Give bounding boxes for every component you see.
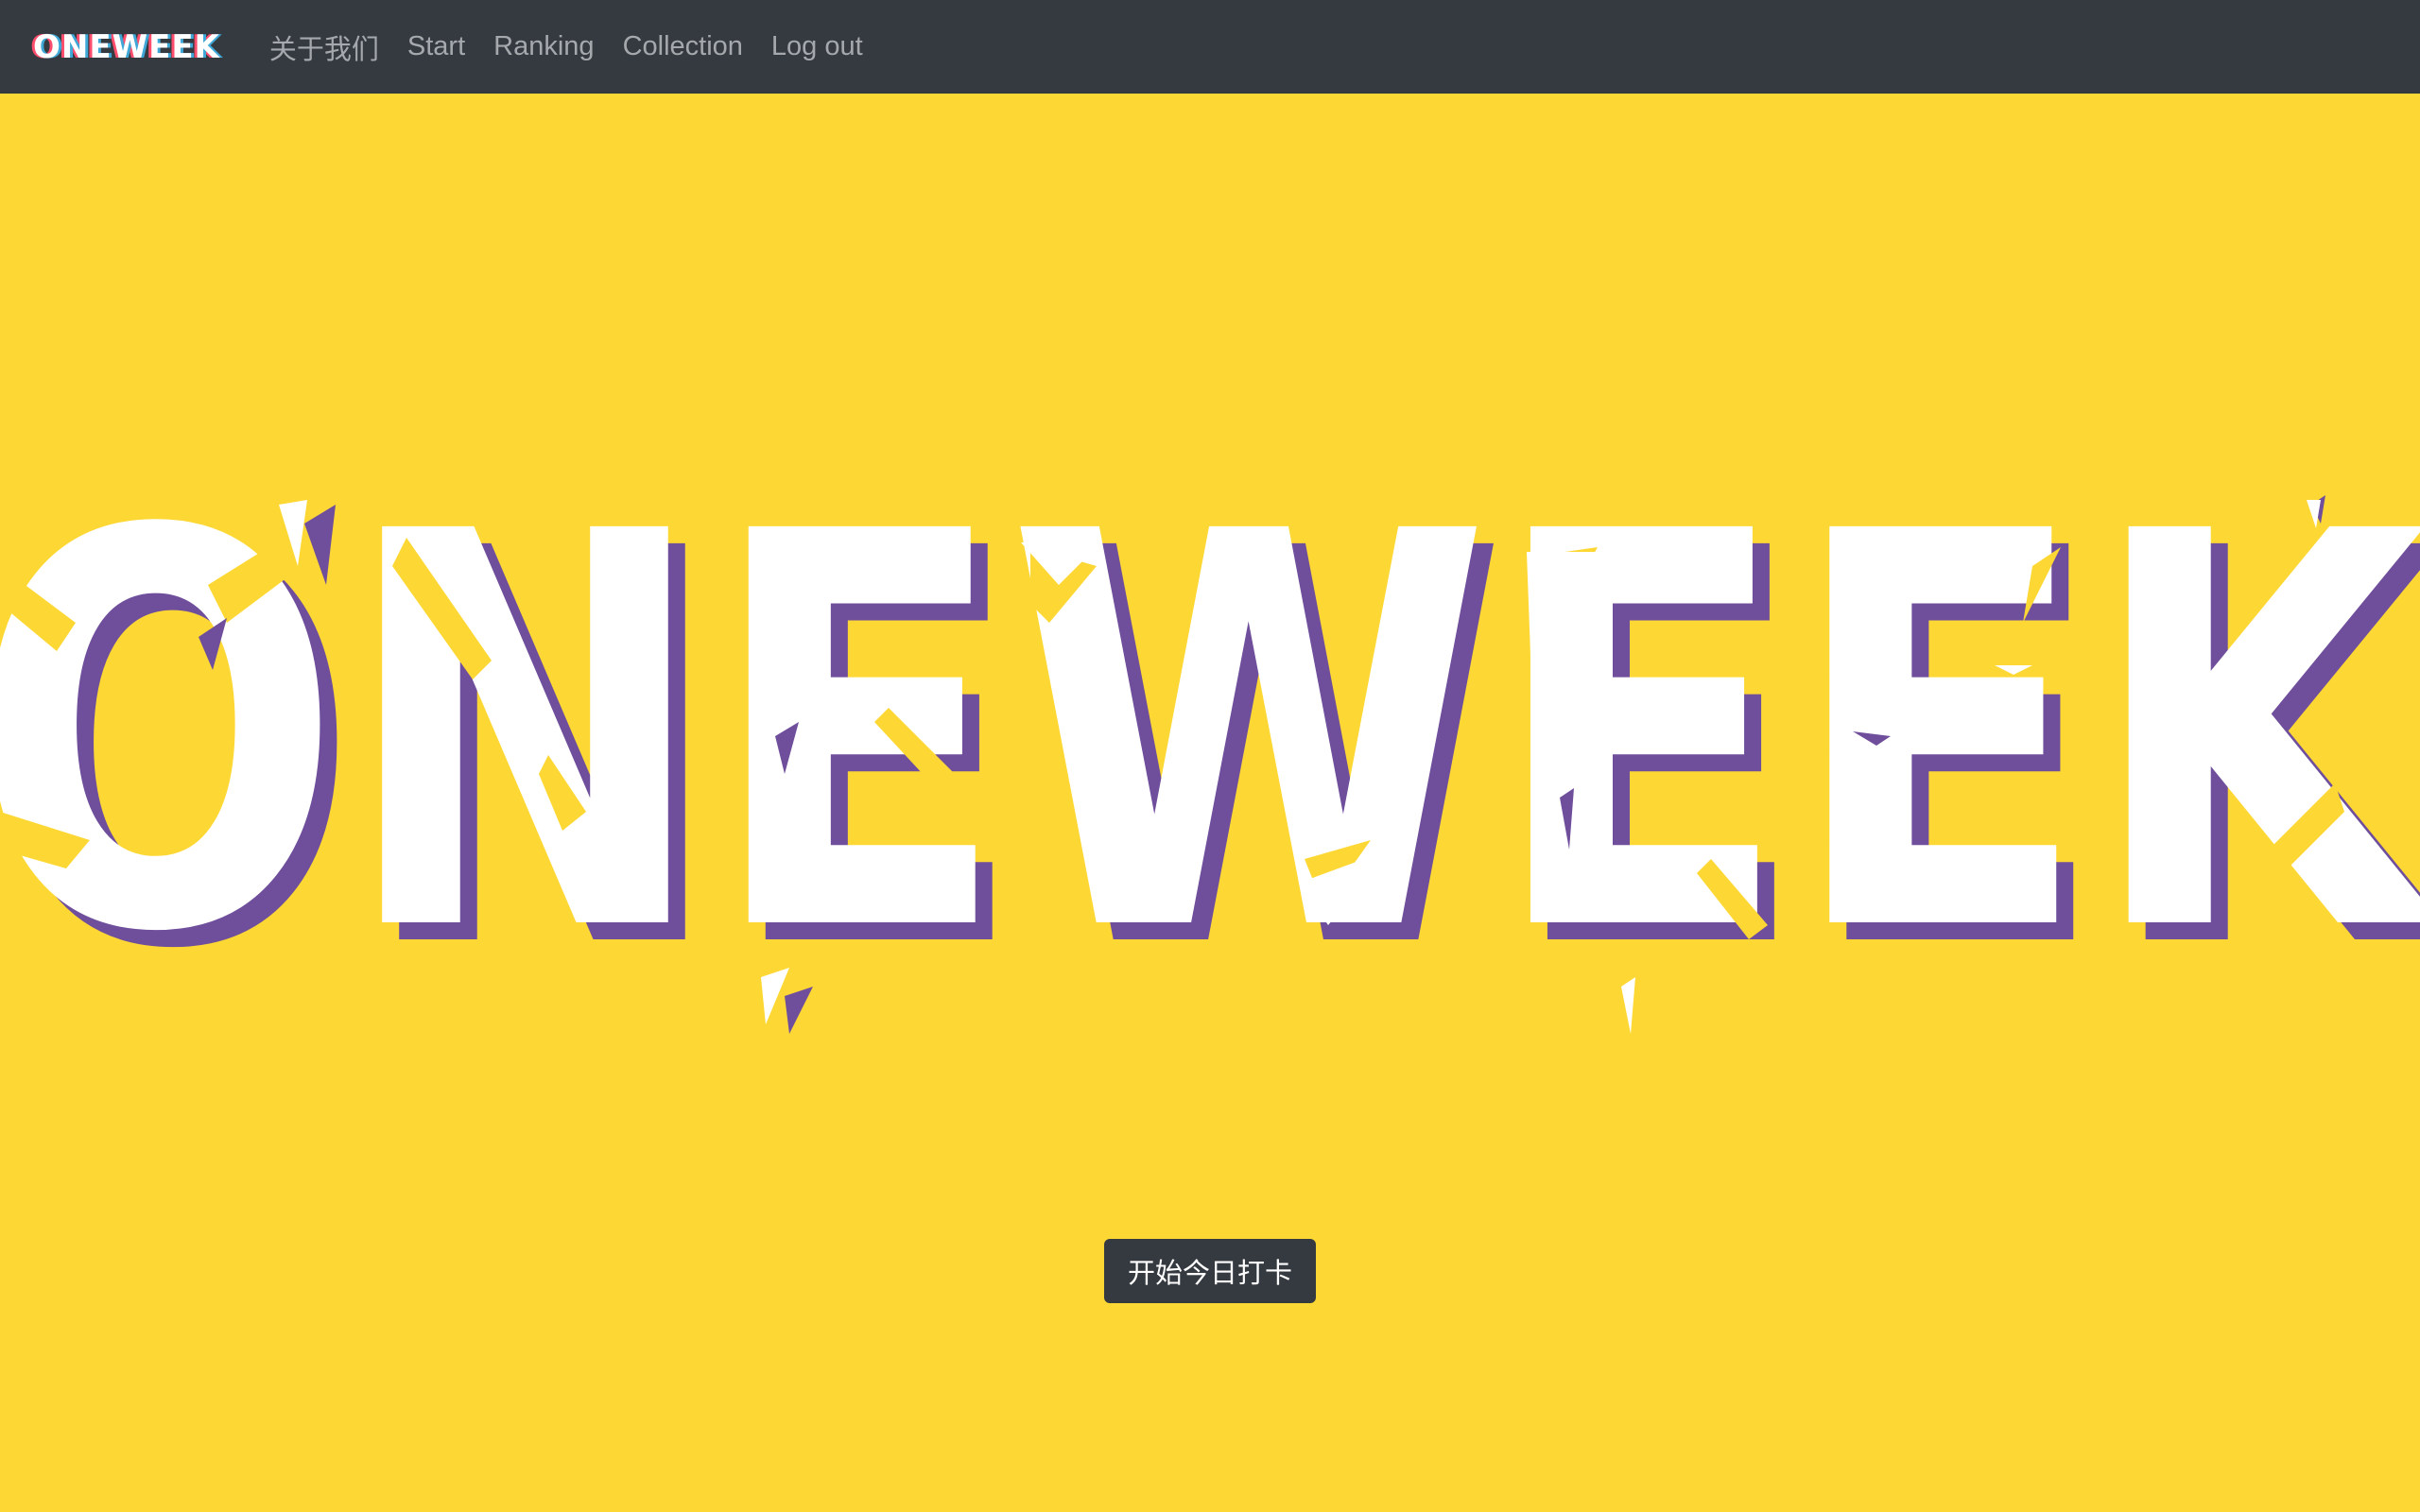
nav-link-logout[interactable]: Log out xyxy=(771,31,863,62)
nav-link-collection[interactable]: Collection xyxy=(623,31,743,62)
brand-logo[interactable]: ONEWEEK xyxy=(33,28,220,66)
nav-link-ranking[interactable]: Ranking xyxy=(493,31,594,62)
top-navbar: ONEWEEK 关于我们 Start Ranking Collection Lo… xyxy=(0,0,2420,94)
hero-title: ONEWEEK xyxy=(0,418,2420,1051)
hero-section: ONEWEEK ONEWEEK 开始今日打卡 xyxy=(0,94,2420,1512)
start-checkin-button[interactable]: 开始今日打卡 xyxy=(1104,1239,1316,1303)
nav-link-start[interactable]: Start xyxy=(407,31,465,62)
nav-link-about[interactable]: 关于我们 xyxy=(269,27,379,67)
